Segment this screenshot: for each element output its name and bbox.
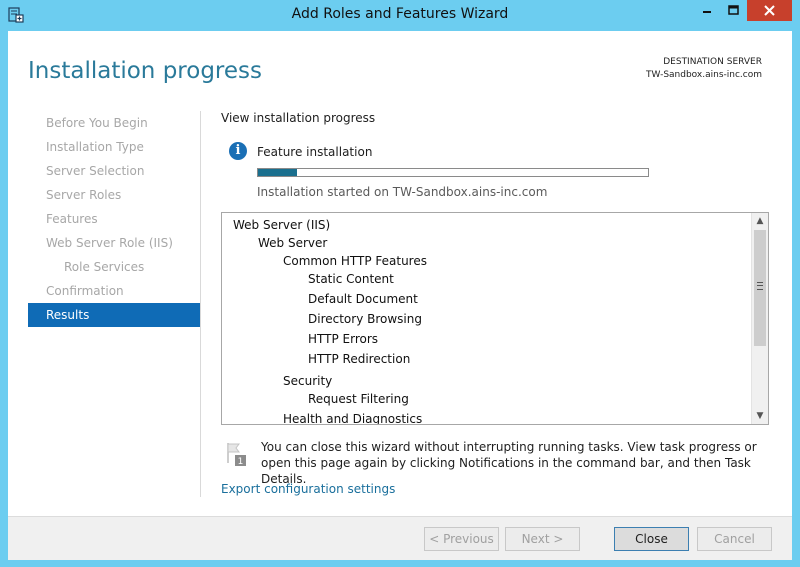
destination-server-label: DESTINATION SERVER [663,57,762,67]
close-window-button[interactable] [747,0,792,21]
minimize-button[interactable] [694,0,720,21]
grip-icon [757,282,763,290]
installation-results-list[interactable]: Web Server (IIS) Web Server Common HTTP Fe… [221,212,769,425]
tree-item: Request Filtering [308,392,409,406]
section-subtitle: View installation progress [221,111,376,125]
info-icon: i [229,142,247,160]
feature-installation-label: Feature installation [257,145,373,159]
nav-item-server-roles: Server Roles [46,188,122,202]
nav-item-results[interactable]: Results [28,303,200,327]
nav-item-web-server-role: Web Server Role (IIS) [46,236,173,250]
tree-item: Web Server [258,236,328,250]
scroll-thumb[interactable] [754,230,766,346]
tree-item: Common HTTP Features [283,254,427,268]
previous-button[interactable]: < Previous [424,527,499,551]
progress-fill [258,169,297,176]
installation-started-text: Installation started on TW-Sandbox.ains-… [257,185,548,199]
maximize-icon [728,5,739,15]
maximize-button[interactable] [720,0,747,21]
tree-item: Default Document [308,292,418,306]
nav-divider [200,111,201,497]
nav-item-features: Features [46,212,98,226]
cancel-button[interactable]: Cancel [697,527,772,551]
nav-item-installation-type: Installation Type [46,140,144,154]
wizard-window: Add Roles and Features Wizard Installati… [0,0,800,567]
flag-notification-icon: 1 [227,443,246,467]
nav-item-server-selection: Server Selection [46,164,145,178]
destination-server-value: TW-Sandbox.ains-inc.com [646,70,762,80]
page-title: Installation progress [28,58,262,84]
tree-item: Directory Browsing [308,312,422,326]
wizard-nav: Before You Begin Installation Type Serve… [28,111,200,327]
close-wizard-notice: You can close this wizard without interr… [261,440,757,486]
vertical-scrollbar[interactable]: ▲ ▼ [751,213,768,424]
nav-item-role-services: Role Services [64,260,145,274]
minimize-icon [703,11,711,13]
next-button[interactable]: Next > [505,527,580,551]
tree-item: Security [283,374,333,388]
close-button[interactable]: Close [614,527,689,551]
tree-item: Static Content [308,272,394,286]
title-bar[interactable]: Add Roles and Features Wizard [0,0,800,31]
nav-item-before-you-begin: Before You Begin [46,116,148,130]
installation-progress-bar [257,168,649,177]
feature-tree: Web Server (IIS) Web Server Common HTTP Fe… [222,213,752,424]
tree-item: HTTP Errors [308,332,379,346]
wizard-footer: < Previous Next > Close Cancel [8,516,792,560]
tree-item: Health and Diagnostics [283,412,423,424]
export-configuration-link[interactable]: Export configuration settings [221,482,395,496]
tree-item: Web Server (IIS) [233,218,331,232]
nav-item-confirmation: Confirmation [46,284,124,298]
wizard-client-area: Installation progress DESTINATION SERVER… [8,31,792,560]
tree-item: HTTP Redirection [308,352,411,366]
close-icon [764,5,775,16]
svg-text:1: 1 [238,457,244,467]
scroll-down-arrow-icon[interactable]: ▼ [752,408,768,424]
scroll-up-arrow-icon[interactable]: ▲ [752,213,768,229]
window-title: Add Roles and Features Wizard [291,6,509,22]
